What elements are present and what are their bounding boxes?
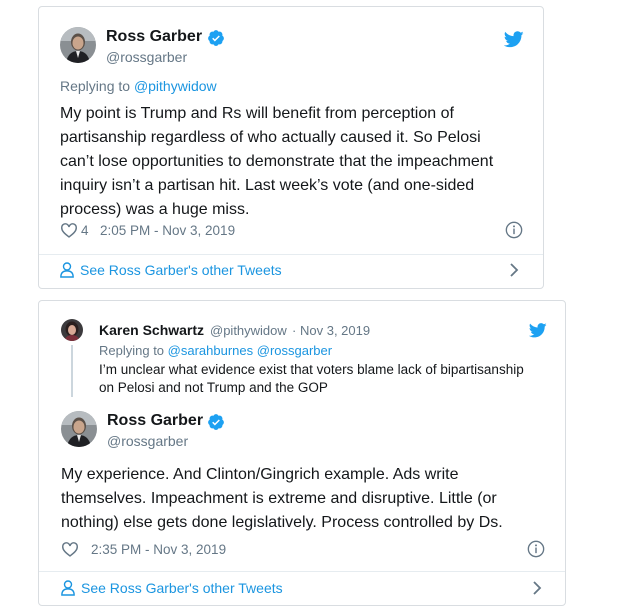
quoted-avatar[interactable]: [61, 319, 83, 341]
tweet-line: inquiry isn’t a partisan hit. Last week’…: [60, 177, 475, 194]
see-other-tweets-link[interactable]: See Ross Garber's other Tweets: [81, 580, 283, 596]
tweet-line: nothing) else gets done legislatively. P…: [61, 514, 503, 531]
quoted-date[interactable]: Nov 3, 2019: [300, 323, 370, 338]
person-icon: [61, 580, 75, 596]
author-name[interactable]: Ross Garber: [107, 412, 203, 430]
tweet-card-2: Karen Schwartz @pithywidow · Nov 3, 2019…: [38, 300, 566, 606]
verified-badge-icon: [208, 414, 224, 430]
tweet-line: on Pelosi and not Trump and the GOP: [99, 380, 328, 395]
tweet-line: themselves. Impeachment is extreme and d…: [61, 490, 497, 507]
heart-icon[interactable]: [60, 222, 78, 238]
chevron-right-icon[interactable]: [532, 581, 542, 595]
see-other-tweets-link[interactable]: See Ross Garber's other Tweets: [80, 262, 282, 278]
separator-dot: ·: [292, 323, 297, 338]
tweet-timestamp[interactable]: 2:05 PM - Nov 3, 2019: [100, 223, 235, 238]
person-icon: [60, 262, 74, 278]
author-name[interactable]: Ross Garber: [106, 28, 202, 46]
tweet-timestamp[interactable]: 2:35 PM - Nov 3, 2019: [91, 542, 226, 557]
replying-prefix: Replying to: [60, 78, 131, 94]
heart-icon[interactable]: [61, 541, 79, 557]
tweet-line: My point is Trump and Rs will benefit fr…: [60, 105, 454, 122]
tweet-text: My point is Trump and Rs will benefit fr…: [60, 102, 493, 222]
verified-badge-icon: [208, 30, 224, 46]
tweet-card-1: Ross Garber @rossgarber Replying to @pit…: [38, 6, 544, 289]
author-handle[interactable]: @rossgarber: [106, 49, 187, 65]
tweet-line: partisanship regardless of who actually …: [60, 129, 481, 146]
avatar[interactable]: [60, 27, 96, 63]
quoted-author-handle[interactable]: @pithywidow: [210, 323, 287, 338]
thread-line: [71, 345, 73, 397]
reply-target-link[interactable]: @sarahburnes @rossgarber: [168, 343, 332, 358]
avatar[interactable]: [61, 411, 97, 447]
quoted-replying-to: Replying to @sarahburnes @rossgarber: [99, 343, 332, 358]
tweet-line: My experience. And Clinton/Gingrich exam…: [61, 466, 459, 483]
divider: [39, 254, 543, 255]
quoted-tweet-text: I’m unclear what evidence exist that vot…: [99, 361, 524, 397]
tweet-line: can’t lose opportunities to demonstrate …: [60, 153, 494, 170]
replying-prefix: Replying to: [99, 343, 165, 358]
like-count[interactable]: 4: [81, 223, 89, 238]
info-icon[interactable]: [505, 221, 523, 239]
reply-target-link[interactable]: @pithywidow: [134, 78, 217, 94]
tweet-line: process) was a huge miss.: [60, 201, 250, 218]
chevron-right-icon[interactable]: [509, 263, 519, 277]
tweet-line: I’m unclear what evidence exist that vot…: [99, 362, 524, 377]
tweet-text: My experience. And Clinton/Gingrich exam…: [61, 463, 503, 535]
quoted-author-name[interactable]: Karen Schwartz: [99, 322, 204, 338]
replying-to: Replying to @pithywidow: [60, 78, 217, 94]
info-icon[interactable]: [527, 540, 545, 558]
twitter-bird-icon[interactable]: [504, 31, 524, 48]
divider: [39, 571, 565, 572]
twitter-bird-icon[interactable]: [529, 323, 547, 338]
author-handle[interactable]: @rossgarber: [107, 433, 188, 449]
